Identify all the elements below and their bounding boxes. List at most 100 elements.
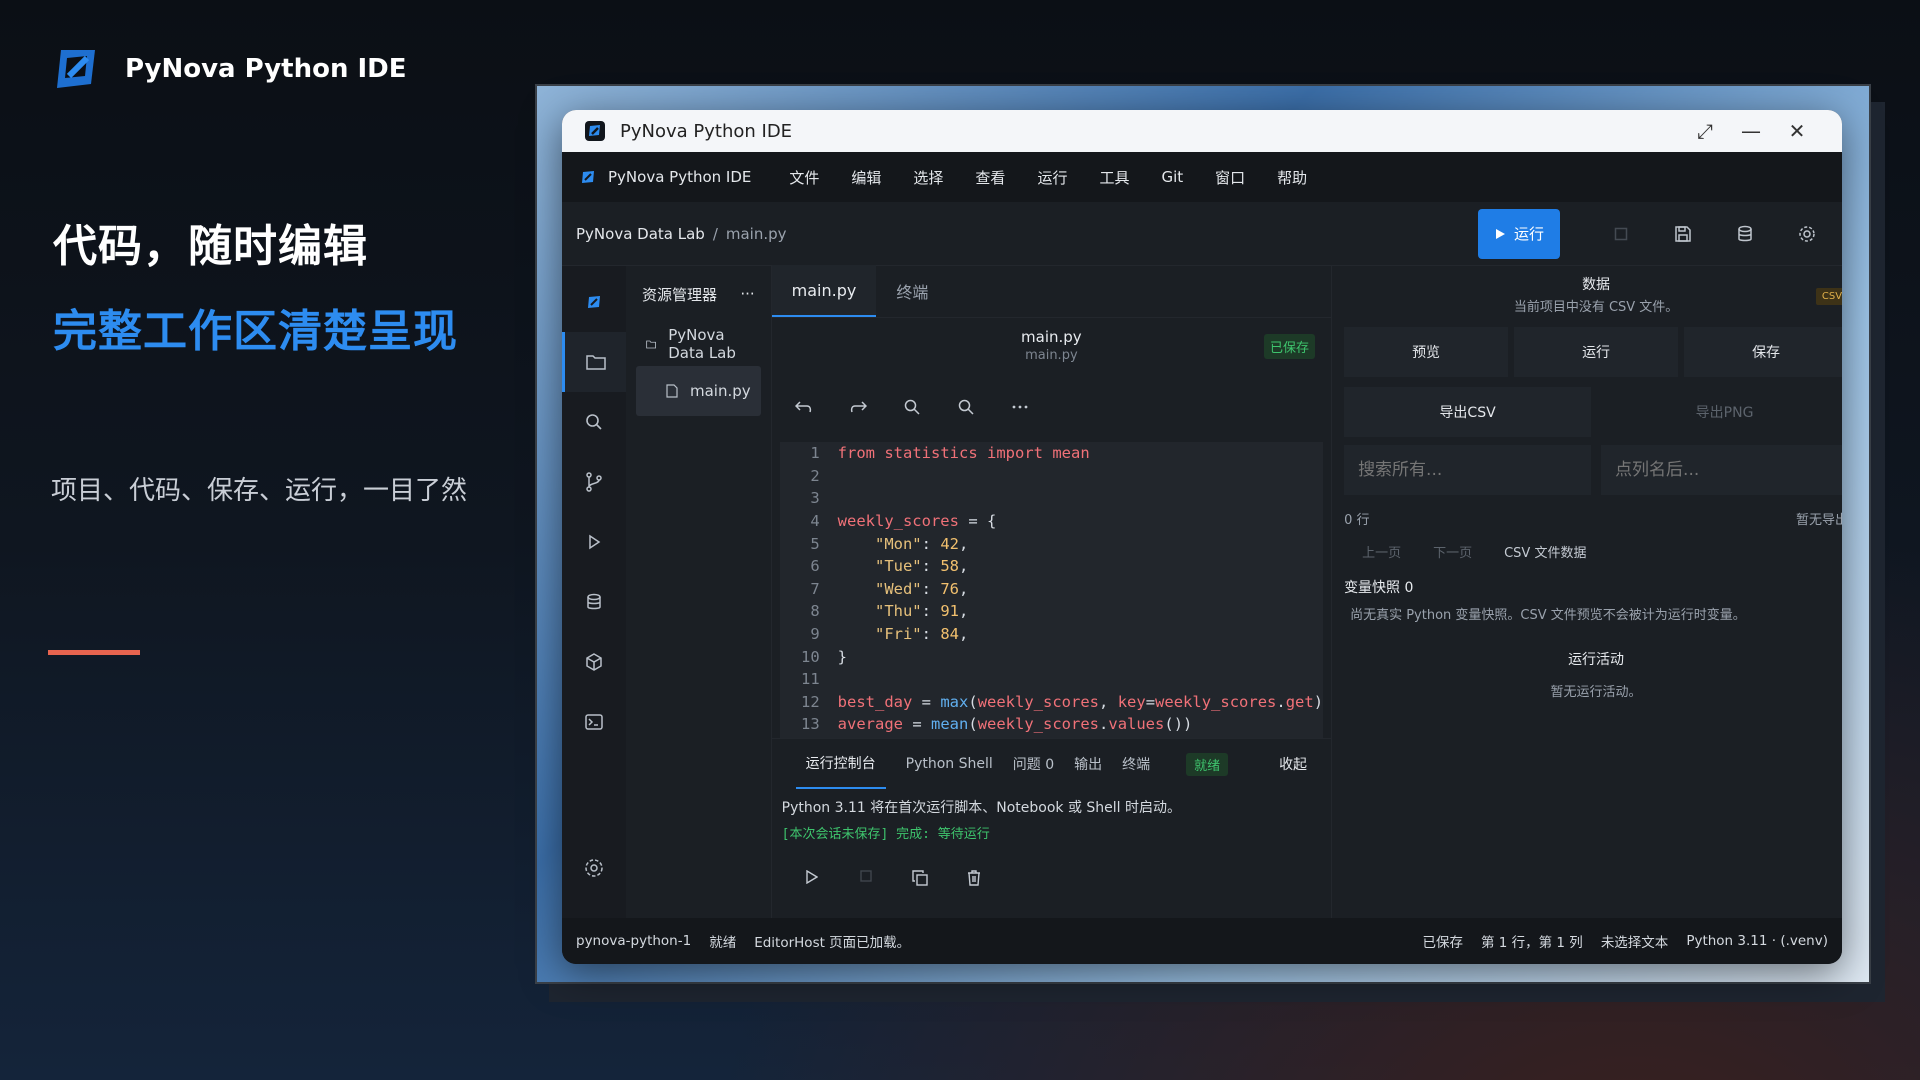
data-save-button[interactable]: 保存 <box>1684 327 1842 377</box>
status-position[interactable]: 第 1 行，第 1 列 <box>1481 931 1583 951</box>
code-line[interactable]: 8 "Thu": 91, <box>780 600 1323 623</box>
more-icon[interactable] <box>1010 405 1030 409</box>
brand: PyNova Python IDE <box>51 44 407 94</box>
code-line[interactable]: 9 "Fri": 84, <box>780 623 1323 646</box>
minimize-button[interactable]: — <box>1728 119 1774 143</box>
subheadline: 完整工作区清楚呈现 <box>53 306 458 357</box>
status-bar: pynova-python-1 就绪 EditorHost 页面已加载。 已保存… <box>562 918 1842 964</box>
menu-selection[interactable]: 选择 <box>913 167 943 188</box>
line-number: 10 <box>800 647 820 666</box>
prev-page-button[interactable]: 上一页 <box>1362 542 1401 561</box>
code-line[interactable]: 10} <box>780 645 1323 668</box>
line-number: 12 <box>800 692 820 711</box>
app-logo-icon <box>582 171 594 183</box>
folder-icon[interactable] <box>562 332 626 392</box>
code-line[interactable]: 7 "Wed": 76, <box>780 578 1323 601</box>
menu-view[interactable]: 查看 <box>975 167 1005 188</box>
code-line[interactable]: 4 weekly_scores = { <box>780 510 1323 533</box>
close-button[interactable]: ✕ <box>1774 119 1820 143</box>
code-text[interactable]: best_day = max(weekly_scores, key=weekly… <box>820 693 1323 711</box>
terminal-icon[interactable] <box>562 692 626 752</box>
stop-icon[interactable] <box>1600 213 1642 255</box>
code-line[interactable]: 13 average = mean(weekly_scores.values()) <box>780 713 1323 736</box>
menu-tools[interactable]: 工具 <box>1099 167 1129 188</box>
redo-icon[interactable] <box>848 400 868 414</box>
package-icon[interactable] <box>562 632 626 692</box>
export-png-button[interactable]: 导出PNG <box>1601 387 1842 437</box>
tab-output[interactable]: 输出 <box>1074 739 1102 789</box>
column-filter-input[interactable] <box>1601 445 1842 495</box>
tab-main-py[interactable]: main.py <box>771 265 877 317</box>
code-line[interactable]: 2 <box>780 465 1323 488</box>
data-panel: 数据 当前项目中没有 CSV 文件。 CSV 预览 运行 保存 导出CSV 导出… <box>1332 266 1842 918</box>
data-panel-header: 数据 当前项目中没有 CSV 文件。 CSV <box>1344 274 1842 315</box>
code-line[interactable]: 3 <box>780 487 1323 510</box>
data-run-button[interactable]: 运行 <box>1514 327 1679 377</box>
code-text[interactable]: "Tue": 58, <box>820 557 968 575</box>
saved-badge: 已保存 <box>1264 334 1316 359</box>
copy-icon[interactable] <box>910 870 930 886</box>
menu-git[interactable]: Git <box>1161 168 1183 186</box>
logo-icon <box>562 272 626 332</box>
collapse-button[interactable]: 收起 <box>1279 754 1307 774</box>
menu-help[interactable]: 帮助 <box>1277 167 1307 188</box>
search-icon[interactable] <box>562 392 626 452</box>
explorer-more-button[interactable]: ··· <box>740 285 754 303</box>
menu-window[interactable]: 窗口 <box>1215 167 1245 188</box>
code-text[interactable]: "Thu": 91, <box>820 602 968 620</box>
tab-run-console[interactable]: 运行控制台 <box>795 739 886 789</box>
code-line[interactable]: 11 <box>780 668 1323 691</box>
trash-icon[interactable] <box>964 870 984 886</box>
search-icon[interactable] <box>902 399 922 415</box>
console-status: [本次会话未保存] 完成: 等待运行 <box>781 827 990 842</box>
code-text[interactable]: "Fri": 84, <box>820 625 968 643</box>
menu-bar: PyNova Python IDE 文件 编辑 选择 查看 运行 工具 Git … <box>562 152 1842 202</box>
tab-terminal[interactable]: 终端 <box>876 265 948 317</box>
menu-file[interactable]: 文件 <box>789 167 819 188</box>
breadcrumb-project[interactable]: PyNova Data Lab <box>576 225 705 243</box>
code-line[interactable]: 6 "Tue": 58, <box>780 555 1323 578</box>
run-button[interactable]: 运行 <box>1478 208 1560 259</box>
play-icon[interactable] <box>802 870 822 886</box>
save-icon[interactable] <box>1662 213 1704 255</box>
breadcrumb-file[interactable]: main.py <box>726 225 787 243</box>
replace-icon[interactable] <box>956 399 976 415</box>
code-text[interactable]: from statistics import mean <box>820 444 1090 462</box>
database-icon[interactable] <box>562 572 626 632</box>
tree-project-folder[interactable]: PyNova Data Lab <box>636 322 761 366</box>
menu-app[interactable]: PyNova Python IDE <box>580 168 751 186</box>
tab-console-terminal[interactable]: 终端 <box>1122 739 1150 789</box>
code-text[interactable]: average = mean(weekly_scores.values()) <box>820 715 1193 733</box>
code-line[interactable]: 5 "Mon": 42, <box>780 532 1323 555</box>
next-page-button[interactable]: 下一页 <box>1433 542 1472 561</box>
code-text[interactable]: } <box>820 648 847 666</box>
menu-edit[interactable]: 编辑 <box>851 167 881 188</box>
settings-icon[interactable] <box>562 838 626 898</box>
search-all-input[interactable] <box>1344 445 1592 495</box>
status-session[interactable]: pynova-python-1 <box>576 933 691 949</box>
tree-file-main[interactable]: main.py <box>636 366 761 416</box>
preview-button[interactable]: 预览 <box>1344 327 1509 377</box>
maximize-button[interactable]: ⤢ <box>1682 119 1728 143</box>
activity-text: 暂无运行活动。 <box>1550 685 1642 700</box>
stop-icon[interactable] <box>856 870 876 886</box>
code-editor[interactable]: 1 from statistics import mean 2 3 4 weekly_sc… <box>779 442 1324 738</box>
menu-run[interactable]: 运行 <box>1037 167 1067 188</box>
play-icon <box>1495 228 1505 239</box>
code-text[interactable]: "Wed": 76, <box>820 580 968 598</box>
code-text[interactable]: "Mon": 42, <box>820 535 968 553</box>
code-text[interactable]: weekly_scores = { <box>820 512 997 530</box>
export-csv-button[interactable]: 导出CSV <box>1344 387 1592 437</box>
run-icon[interactable] <box>562 512 626 572</box>
settings-icon[interactable] <box>1786 213 1828 255</box>
tab-problems[interactable]: 问题 0 <box>1013 739 1054 789</box>
code-line[interactable]: 1 from statistics import mean <box>780 442 1323 465</box>
line-number: 1 <box>810 444 820 463</box>
console-message: Python 3.11 将在首次运行脚本、Notebook 或 Shell 时启… <box>781 800 1182 816</box>
code-line[interactable]: 12 best_day = max(weekly_scores, key=week… <box>780 691 1323 714</box>
undo-icon[interactable] <box>794 400 814 414</box>
git-branch-icon[interactable] <box>562 452 626 512</box>
status-interpreter[interactable]: Python 3.11 · (.venv) <box>1686 933 1828 949</box>
database-icon[interactable] <box>1724 213 1766 255</box>
tab-python-shell[interactable]: Python Shell <box>906 739 993 789</box>
